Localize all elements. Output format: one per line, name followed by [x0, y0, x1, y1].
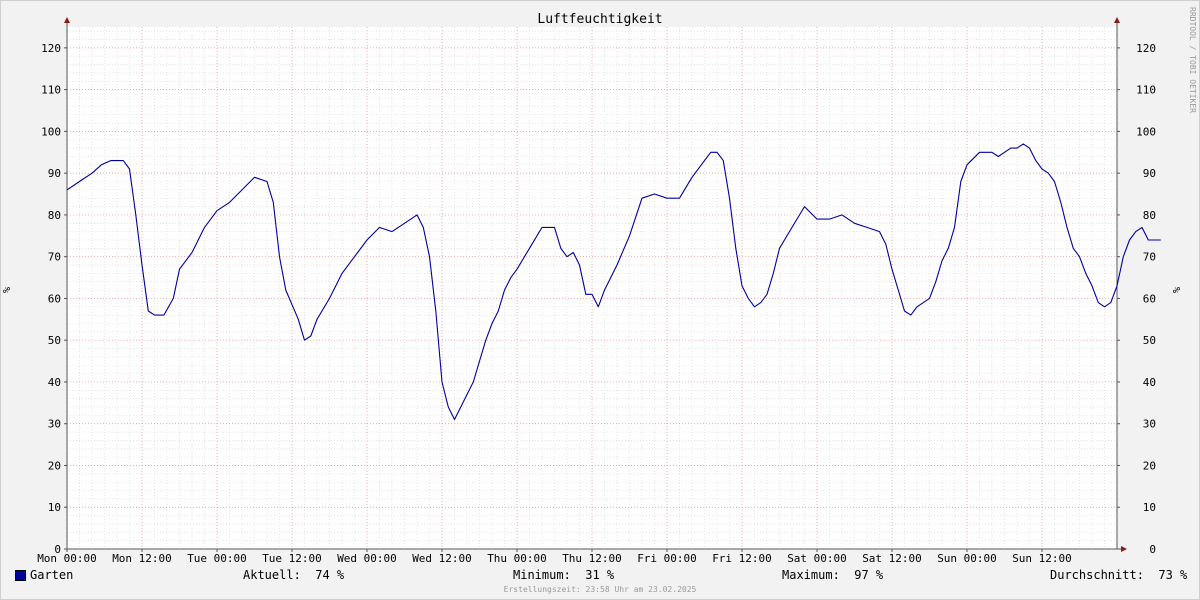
y-tick-label: 10 [48, 501, 61, 514]
y-tick-label: 120 [41, 42, 61, 55]
x-tick-label: Sat 00:00 [787, 552, 847, 565]
y-tick-label-right: 120 [1136, 42, 1156, 55]
y-tick-label-right: 70 [1143, 251, 1156, 264]
y-tick-label-right: 100 [1136, 125, 1156, 138]
x-tick-label: Mon 12:00 [112, 552, 172, 565]
humidity-chart: Luftfeuchtigkeit 0 10 20 30 40 50 60 70 80 90 100 1… [2, 7, 1197, 565]
y-tick-label-right: 110 [1136, 84, 1156, 97]
x-tick-label: Sun 00:00 [937, 552, 997, 565]
y-tick-label-right: 20 [1143, 459, 1156, 472]
x-tick-label: Tue 12:00 [262, 552, 322, 565]
y-tick-label-right: 40 [1143, 376, 1156, 389]
y-tick-label-right: 60 [1143, 292, 1156, 305]
y-tick-label: 70 [48, 251, 61, 264]
y-tick-label: 110 [41, 84, 61, 97]
y-tick-label-right: 50 [1143, 334, 1156, 347]
y-tick-label: 100 [41, 125, 61, 138]
chart-title: Luftfeuchtigkeit [537, 12, 662, 27]
y-tick-label-right: 90 [1143, 167, 1156, 180]
y-tick-label: 20 [48, 459, 61, 472]
x-axis-arrow [1121, 546, 1127, 552]
y-axis-arrow-left [64, 17, 70, 23]
x-tick-label: Sun 12:00 [1012, 552, 1072, 565]
legend-maximum: Maximum: 97 % [782, 568, 884, 582]
y-axis-arrow-right [1114, 17, 1120, 23]
x-tick-label: Sat 12:00 [862, 552, 922, 565]
y-axis-label-left: % [2, 287, 13, 293]
y-tick-label-right: 80 [1143, 209, 1156, 222]
y-tick-label: 40 [48, 376, 61, 389]
y-tick-label: 50 [48, 334, 61, 347]
x-tick-label: Thu 00:00 [487, 552, 547, 565]
legend-average: Durchschnitt: 73 % [1050, 568, 1188, 582]
grid [67, 27, 1117, 549]
legend-minimum: Minimum: 31 % [513, 568, 615, 582]
x-tick-label: Mon 00:00 [37, 552, 97, 565]
x-ticks: Mon 00:00 Mon 12:00 Tue 00:00 Tue 12:00 Wed … [37, 549, 1072, 565]
y-axis-label-right: % [1172, 287, 1183, 293]
y-ticks-left: 0102030405060708090100110120 [41, 42, 67, 556]
y-tick-label: 80 [48, 209, 61, 222]
legend-series-name: Garten [30, 568, 74, 582]
y-tick-label-right: 30 [1143, 418, 1156, 431]
y-tick-label: 60 [48, 292, 61, 305]
x-tick-label: Wed 00:00 [337, 552, 397, 565]
x-tick-label: Tue 00:00 [187, 552, 247, 565]
y-tick-label-right: 10 [1143, 501, 1156, 514]
x-tick-label: Wed 12:00 [412, 552, 472, 565]
legend-swatch [15, 570, 26, 581]
x-tick-label: Fri 00:00 [637, 552, 697, 565]
x-tick-label: Fri 12:00 [712, 552, 772, 565]
watermark: RRDTOOL / TOBI OETIKER [1188, 7, 1197, 113]
legend-current: Aktuell: 74 % [243, 568, 345, 582]
y-tick-label: 90 [48, 167, 61, 180]
x-tick-label: Thu 12:00 [562, 552, 622, 565]
y-ticks-right: 0 10 20 30 40 50 60 70 80 90 100 110 120 [1117, 42, 1156, 556]
y-tick-label-right: 0 [1149, 543, 1156, 556]
y-tick-label: 30 [48, 418, 61, 431]
footer-timestamp: Erstellungszeit: 23:58 Uhr am 23.02.2025 [503, 585, 697, 594]
